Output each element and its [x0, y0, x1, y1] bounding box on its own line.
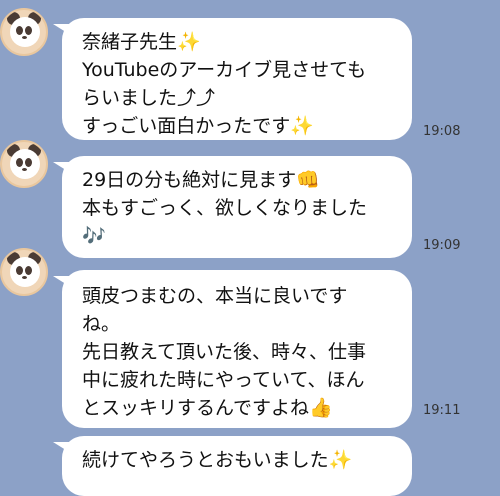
message-text: 続けてやろうとおもいました✨ — [82, 449, 353, 471]
message-bubble[interactable]: 頭皮つまむの、本当に良いです ね。 先日教えて頂いた後、時々、仕事 中に疲れた時… — [53, 270, 412, 428]
message-bubble[interactable]: 奈緒子先生✨ YouTubeのアーカイブ見させても らいました⤴︎⤴︎ すっごい… — [53, 18, 412, 140]
message-timestamp: 19:11 — [423, 403, 461, 418]
message-timestamp: 19:08 — [423, 124, 461, 139]
panda-avatar[interactable] — [0, 140, 48, 188]
message-text: とスッキリするんですよね👍 — [82, 397, 333, 419]
message-text: 🎶 — [82, 225, 106, 247]
message-text: らいました⤴︎⤴︎ — [82, 87, 216, 109]
panda-avatar[interactable] — [0, 248, 48, 296]
message-text: 先日教えて頂いた後、時々、仕事 — [82, 341, 367, 363]
message-text: すっごい面白かったです✨ — [82, 115, 314, 137]
message-text: 本もすごっく、欲しくなりました — [82, 197, 368, 219]
message-text: 29日の分も絶対に見ます👊 — [82, 169, 320, 191]
message-bubble[interactable]: 続けてやろうとおもいました✨ — [53, 436, 412, 496]
message-text: ね。 — [82, 313, 121, 335]
message-text: 頭皮つまむの、本当に良いです — [82, 285, 348, 307]
message-timestamp: 19:09 — [423, 238, 461, 253]
panda-avatar[interactable] — [0, 8, 48, 56]
message-bubble[interactable]: 29日の分も絶対に見ます👊 本もすごっく、欲しくなりました 🎶 — [53, 156, 412, 258]
message-text: 中に疲れた時にやっていて、ほん — [82, 369, 365, 391]
message-text: 奈緒子先生✨ — [82, 31, 201, 53]
message-text: YouTubeのアーカイブ見させても — [82, 59, 367, 81]
